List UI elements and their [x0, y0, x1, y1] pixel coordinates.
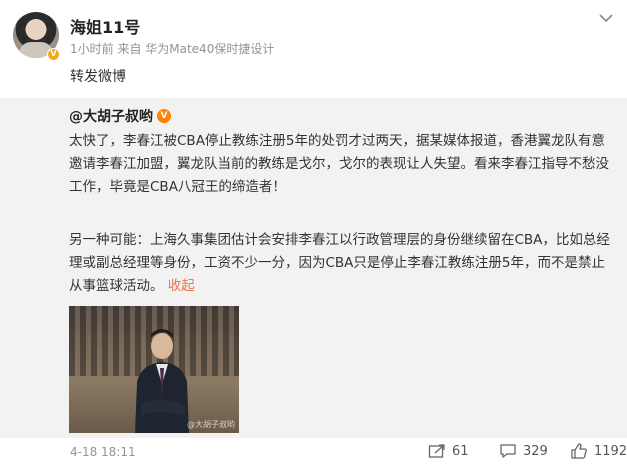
more-options-button[interactable] [596, 10, 616, 26]
share-count: 61 [452, 443, 469, 459]
comment-icon [500, 444, 516, 458]
weibo-paragraph: 另一种可能：上海久事集团估计会安排李春江以行政管理层的身份继续留在CBA，比如总… [69, 229, 614, 298]
original-author-link[interactable]: @大胡子叔哟 [69, 106, 153, 126]
image-watermark: @大胡子叔哟 [187, 420, 235, 429]
like-icon [571, 443, 587, 459]
share-icon [428, 444, 445, 458]
comment-count: 329 [523, 443, 548, 459]
verified-icon: V [47, 48, 60, 61]
post-date: 4-18 18:11 [70, 445, 136, 459]
weibo-paragraph: 太快了，李春江被CBA停止教练注册5年的处罚才过两天，据某媒体报道，香港翼龙队有… [69, 133, 609, 195]
weibo-paragraph-text: 另一种可能：上海久事集团估计会安排李春江以行政管理层的身份继续留在CBA，比如总… [69, 232, 610, 294]
post-image[interactable]: @大胡子叔哟 [69, 306, 239, 433]
verified-icon: V [157, 109, 171, 123]
coach-figure [135, 329, 189, 433]
repost-text: 转发微博 [70, 69, 126, 85]
like-count: 1192 [594, 443, 627, 459]
post-meta: 1小时前 来自 华为Mate40保时捷设计 [70, 42, 275, 56]
original-author-line: @大胡子叔哟 V [69, 106, 171, 126]
like-button[interactable]: 1192 [570, 443, 627, 459]
chevron-down-icon [599, 14, 613, 23]
share-button[interactable]: 61 [428, 443, 469, 459]
reposted-weibo[interactable]: @大胡子叔哟 V 太快了，李春江被CBA停止教练注册5年的处罚才过两天，据某媒体… [0, 98, 627, 438]
collapse-link[interactable]: 收起 [168, 278, 195, 294]
comment-button[interactable]: 329 [499, 443, 548, 459]
username[interactable]: 海姐11号 [70, 14, 140, 38]
